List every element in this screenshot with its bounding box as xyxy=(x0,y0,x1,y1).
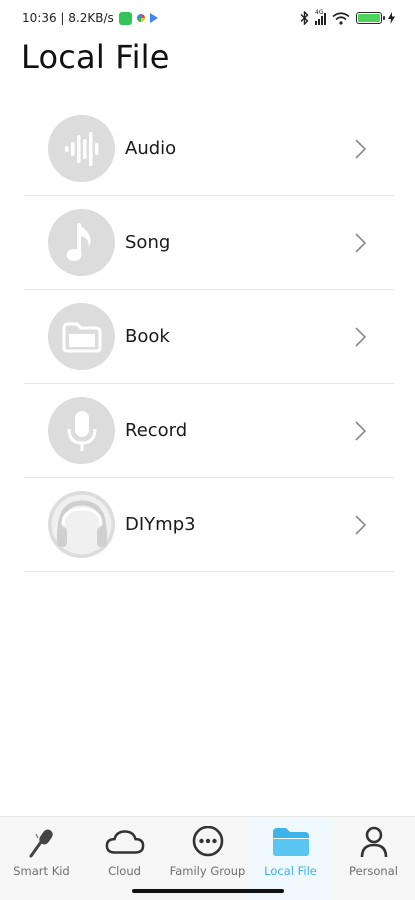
list-item-diymp3[interactable]: DIYmp3 xyxy=(24,478,394,572)
nav-label: Smart Kid xyxy=(13,864,70,878)
headphones-icon xyxy=(48,491,115,558)
status-left: 10:36 | 8.2KB/s xyxy=(22,11,158,25)
home-indicator[interactable] xyxy=(132,889,284,893)
bottom-nav: Smart Kid Cloud Family Group Local File … xyxy=(0,816,415,900)
status-bar: 10:36 | 8.2KB/s 4G xyxy=(0,0,415,36)
list-item-label: Song xyxy=(125,232,171,253)
status-right: 4G xyxy=(300,8,395,25)
signal-label: 4G xyxy=(315,8,324,16)
list-item-audio[interactable]: Audio xyxy=(24,102,394,196)
nav-item-personal[interactable]: Personal xyxy=(332,817,415,900)
nav-label: Local File xyxy=(264,864,317,878)
page-title: Local File xyxy=(21,38,170,76)
nav-label: Family Group xyxy=(169,864,246,878)
chevron-right-icon xyxy=(355,139,367,159)
signal-icon: 4G xyxy=(315,8,326,25)
battery-icon xyxy=(356,12,385,24)
nav-label: Cloud xyxy=(108,864,141,878)
person-icon xyxy=(354,825,394,859)
nav-item-cloud[interactable]: Cloud xyxy=(83,817,166,900)
local-file-list: Audio Song Book Record DIYmp3 xyxy=(24,102,394,572)
chevron-right-icon xyxy=(355,515,367,535)
list-item-song[interactable]: Song xyxy=(24,196,394,290)
bluetooth-icon xyxy=(300,11,309,25)
folder-icon xyxy=(48,303,115,370)
wifi-icon xyxy=(332,11,350,25)
music-note-icon xyxy=(48,209,115,276)
nav-label: Personal xyxy=(349,864,398,878)
status-time-speed: 10:36 | 8.2KB/s xyxy=(22,11,114,25)
chevron-right-icon xyxy=(355,327,367,347)
charging-icon xyxy=(388,12,395,24)
chevron-right-icon xyxy=(355,421,367,441)
list-item-record[interactable]: Record xyxy=(24,384,394,478)
app-badge-icon xyxy=(118,11,132,25)
nav-item-local-file[interactable]: Local File xyxy=(249,817,332,900)
nav-item-smart-kid[interactable]: Smart Kid xyxy=(0,817,83,900)
folder-icon xyxy=(271,825,311,859)
chat-bubble-icon xyxy=(188,825,228,859)
cloud-icon xyxy=(105,825,145,859)
microphone-icon xyxy=(48,397,115,464)
list-item-label: DIYmp3 xyxy=(125,514,196,535)
photos-icon xyxy=(136,14,145,22)
battery-fill xyxy=(358,14,380,22)
nav-item-family-group[interactable]: Family Group xyxy=(166,817,249,900)
list-item-label: Book xyxy=(125,326,170,347)
chevron-right-icon xyxy=(355,233,367,253)
list-item-book[interactable]: Book xyxy=(24,290,394,384)
list-item-label: Audio xyxy=(125,138,177,159)
play-store-icon xyxy=(149,13,158,23)
microphone-pen-icon xyxy=(22,825,62,859)
audio-waveform-icon xyxy=(48,115,115,182)
list-item-label: Record xyxy=(125,420,188,441)
